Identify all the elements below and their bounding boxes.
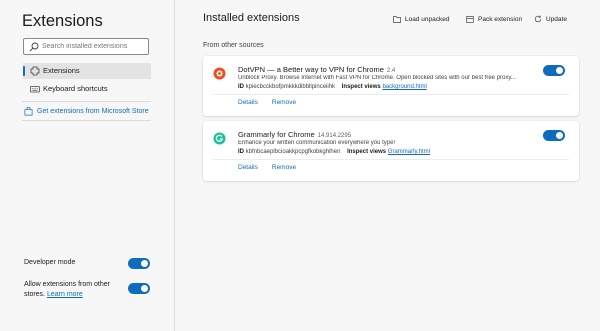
inspect-views-link[interactable]: background.html bbox=[382, 84, 426, 90]
sidebar-divider bbox=[22, 101, 151, 102]
extension-meta: ID kbfnbcaeplbcioakkpcpgfkobkghlhen Insp… bbox=[238, 149, 430, 155]
extension-version: 2.4 bbox=[386, 68, 396, 74]
extension-actions: Details Remove bbox=[238, 99, 296, 106]
main-content: Installed extensions Load unpacked Pack … bbox=[176, 0, 600, 331]
search-input[interactable] bbox=[42, 40, 144, 53]
learn-more-link[interactable]: Learn more bbox=[47, 291, 83, 298]
update-label: Update bbox=[546, 15, 567, 23]
keyboard-icon bbox=[30, 86, 40, 93]
refresh-icon bbox=[534, 15, 542, 23]
details-button[interactable]: Details bbox=[238, 164, 258, 171]
id-label: ID bbox=[238, 84, 244, 90]
get-extensions-link[interactable]: Get extensions from Microsoft Store bbox=[24, 107, 149, 116]
inspect-views-link[interactable]: Grammarly.html bbox=[388, 149, 430, 155]
load-unpacked-button[interactable]: Load unpacked bbox=[393, 15, 449, 23]
extension-id: kpiecbcckbofpmkkkdibbllpinceiihk bbox=[245, 84, 336, 90]
extension-meta: ID kpiecbcckbofpmkkkdibbllpinceiihk Insp… bbox=[238, 84, 427, 90]
remove-button[interactable]: Remove bbox=[272, 99, 296, 106]
sidebar: Extensions Extensions Keyboard shortcuts bbox=[0, 0, 175, 331]
extension-name: DotVPN — a Better way to VPN for Chrome 2… bbox=[238, 65, 395, 74]
extension-description: Unblock Proxy. Browse Internet with Fast… bbox=[238, 75, 516, 81]
extension-id: kbfnbcaeplbcioakkpcpgfkobkghlhen bbox=[245, 149, 341, 155]
allow-other-stores-label: Allow extensions from other stores. Lear… bbox=[24, 280, 119, 299]
search-box[interactable] bbox=[23, 38, 149, 55]
allow-other-stores-toggle[interactable] bbox=[128, 283, 150, 294]
id-label: ID bbox=[238, 149, 244, 155]
extension-name-text: Grammarly for Chrome bbox=[238, 130, 315, 139]
sidebar-item-label: Keyboard shortcuts bbox=[43, 84, 108, 93]
package-icon bbox=[466, 16, 474, 23]
developer-mode-toggle[interactable] bbox=[128, 258, 150, 269]
pack-extension-button[interactable]: Pack extension bbox=[466, 15, 522, 23]
store-link-label: Get extensions from Microsoft Store bbox=[37, 108, 149, 115]
extension-name: Grammarly for Chrome 14.914.2295 bbox=[238, 130, 351, 139]
dotvpn-icon bbox=[213, 67, 226, 80]
card-divider bbox=[213, 159, 569, 160]
card-divider bbox=[213, 94, 569, 95]
sidebar-item-extensions[interactable]: Extensions bbox=[23, 63, 151, 79]
sidebar-item-label: Extensions bbox=[43, 66, 80, 75]
page-title: Installed extensions bbox=[203, 12, 300, 24]
gear-icon bbox=[30, 66, 40, 76]
sidebar-item-keyboard-shortcuts[interactable]: Keyboard shortcuts bbox=[23, 81, 151, 97]
extension-enable-toggle[interactable] bbox=[543, 65, 565, 76]
pack-extension-label: Pack extension bbox=[478, 15, 523, 23]
sidebar-divider bbox=[22, 120, 151, 121]
inspect-views-label: Inspect views bbox=[347, 149, 387, 155]
extension-card: DotVPN — a Better way to VPN for Chrome 2… bbox=[203, 56, 579, 116]
developer-mode-label: Developer mode bbox=[24, 259, 76, 266]
sidebar-title: Extensions bbox=[22, 12, 103, 30]
store-icon bbox=[24, 107, 33, 116]
inspect-views-label: Inspect views bbox=[341, 84, 381, 90]
update-button[interactable]: Update bbox=[534, 15, 567, 23]
extension-version: 14.914.2295 bbox=[317, 133, 352, 139]
grammarly-icon bbox=[213, 132, 226, 145]
folder-icon bbox=[393, 16, 401, 23]
remove-button[interactable]: Remove bbox=[272, 164, 296, 171]
details-button[interactable]: Details bbox=[238, 99, 258, 106]
extension-actions: Details Remove bbox=[238, 164, 296, 171]
extension-card: Grammarly for Chrome 14.914.2295 Enhance … bbox=[203, 121, 579, 181]
section-label: From other sources bbox=[203, 42, 264, 49]
load-unpacked-label: Load unpacked bbox=[405, 15, 450, 23]
extension-description: Enhance your written communication every… bbox=[238, 140, 396, 146]
extension-name-text: DotVPN — a Better way to VPN for Chrome bbox=[238, 65, 384, 74]
extension-enable-toggle[interactable] bbox=[543, 130, 565, 141]
search-icon bbox=[29, 42, 39, 52]
